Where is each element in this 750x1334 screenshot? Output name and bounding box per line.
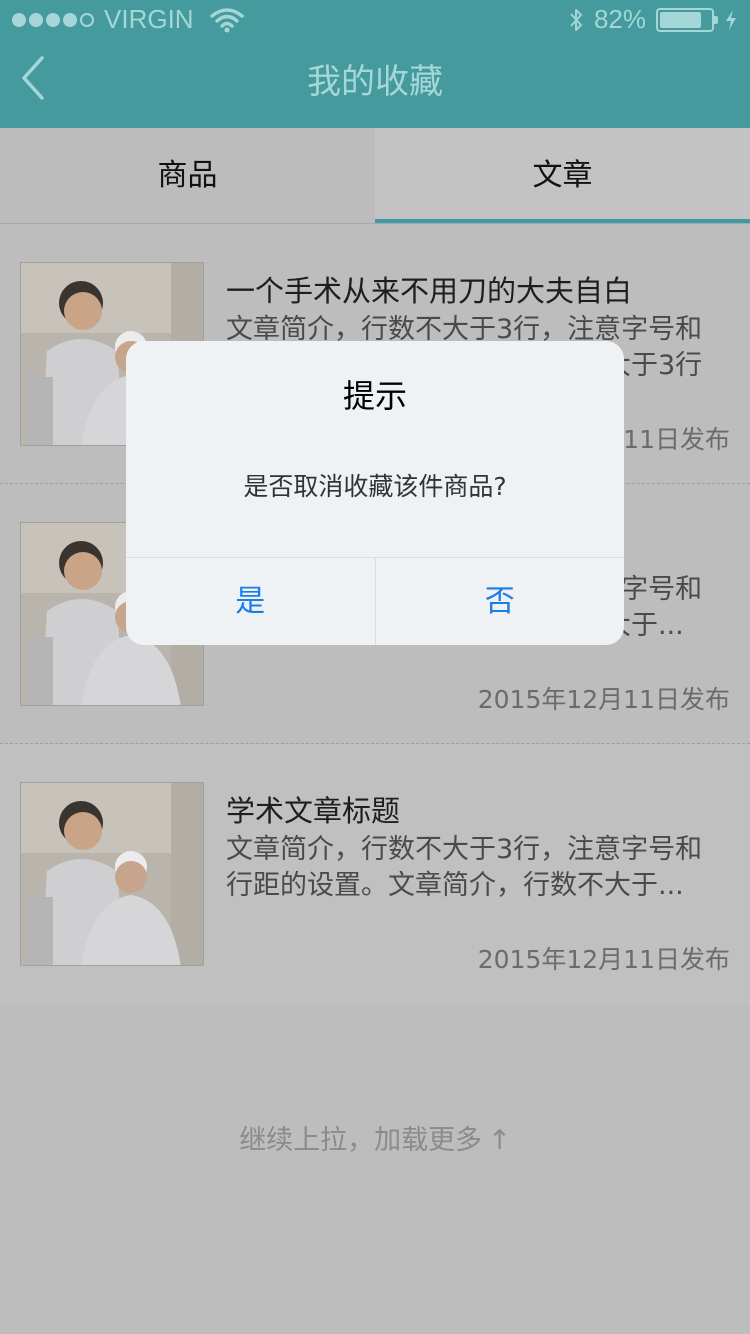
confirm-yes-button[interactable]: 是	[126, 558, 375, 645]
dialog-title: 提示	[342, 377, 407, 415]
modal-overlay: 提示 是否取消收藏该件商品? 是 否	[0, 0, 750, 1334]
confirm-dialog: 提示 是否取消收藏该件商品? 是 否	[126, 341, 624, 645]
confirm-no-button[interactable]: 否	[374, 558, 625, 645]
dialog-message: 是否取消收藏该件商品?	[243, 472, 507, 501]
dialog-actions: 是 否	[126, 557, 624, 645]
